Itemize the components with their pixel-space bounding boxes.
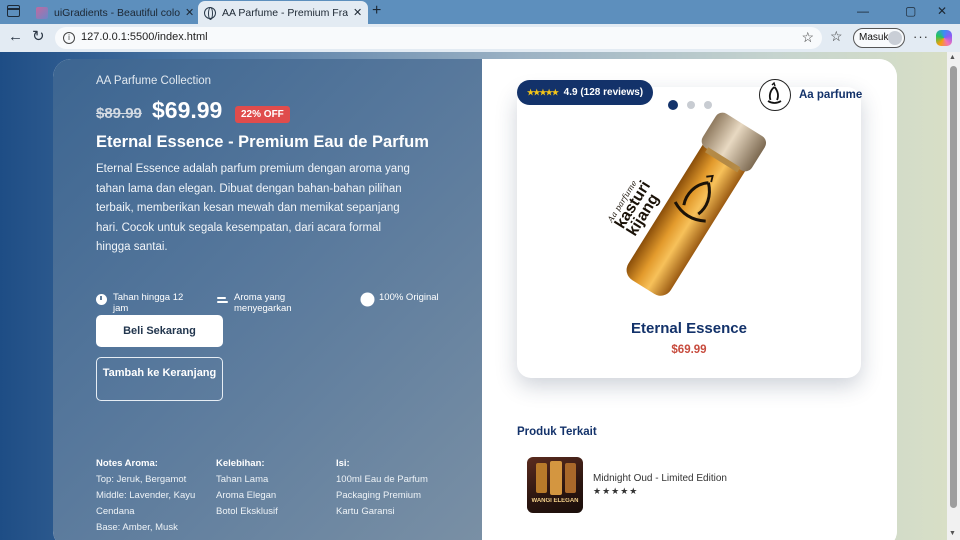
url-text[interactable]: 127.0.0.1:5500/index.html (81, 31, 208, 43)
uigradients-favicon (36, 6, 48, 19)
notes-line: Middle: Lavender, Kayu Cendana (96, 490, 196, 517)
feature-scent: Aroma yang menyegarkan (217, 292, 327, 314)
refresh-button[interactable]: ↻ (32, 29, 45, 45)
advantages-section: Kelebihan: Tahan Lama Aroma Elegan Botol… (216, 456, 316, 520)
contents-section: Isi: 100ml Eau de Parfum Packaging Premi… (336, 456, 456, 520)
badge-icon (362, 294, 373, 305)
notes-section: Notes Aroma: Top: Jeruk, Bergamot Middle… (96, 456, 208, 536)
rating-badge: ★★★★★ 4.9 (128 reviews) (517, 80, 654, 105)
tab-uigradients[interactable]: uiGradients - Beautiful colored gr ✕ (30, 1, 195, 24)
feature-label: 100% Original (379, 292, 439, 303)
back-button[interactable]: ← (8, 29, 23, 45)
scrollbar-thumb[interactable] (950, 66, 957, 508)
scroll-down-arrow-icon[interactable]: ▼ (949, 530, 956, 537)
product-card: AA Parfume Collection $89.99 $69.99 22% … (53, 59, 897, 540)
contents-heading: Isi: (336, 458, 350, 469)
profile-button[interactable]: Masuk (853, 28, 905, 48)
advantages-heading: Kelebihan: (216, 458, 265, 469)
clock-icon (96, 294, 107, 305)
tab-actions-icon[interactable] (7, 5, 20, 17)
new-tab-button[interactable]: + (372, 2, 381, 20)
wind-icon (217, 294, 228, 305)
notes-line: Base: Amber, Musk (96, 522, 178, 533)
tab-title: AA Parfume - Premium Fragrance (222, 6, 348, 19)
related-product-thumbnail: WANGI ELEGAN (527, 457, 583, 513)
more-menu-button[interactable]: ··· (913, 29, 929, 44)
tab-close-icon[interactable]: ✕ (185, 6, 194, 19)
rating-stars-icon: ★★★★★ (527, 88, 559, 97)
scroll-up-arrow-icon[interactable]: ▲ (949, 54, 956, 61)
product-info-panel: AA Parfume Collection $89.99 $69.99 22% … (53, 59, 482, 540)
related-thumbnail-text: WANGI ELEGAN (531, 498, 579, 504)
contents-line: 100ml Eau de Parfum (336, 474, 428, 485)
minimize-button[interactable]: — (857, 4, 869, 18)
close-window-button[interactable]: ✕ (937, 4, 947, 18)
feature-longevity: Tahan hingga 12 jam (96, 292, 196, 314)
page-scrollbar[interactable]: ▲ ▼ (947, 52, 960, 540)
profile-label: Masuk (859, 32, 889, 43)
product-name: Eternal Essence (631, 320, 747, 337)
related-rating-stars-icon: ★★★★★ (593, 486, 639, 496)
feature-original: 100% Original (362, 292, 442, 305)
feature-label: Tahan hingga 12 jam (113, 292, 184, 314)
avatar (888, 31, 902, 45)
related-product-name[interactable]: Midnight Oud - Limited Edition (593, 473, 727, 484)
rating-text: 4.9 (128 reviews) (563, 87, 644, 98)
advantages-line: Botol Eksklusif (216, 506, 278, 517)
related-products-heading: Produk Terkait (517, 426, 597, 438)
notes-line: Top: Jeruk, Bergamot (96, 474, 187, 485)
url-field[interactable]: i 127.0.0.1:5500/index.html ☆ (55, 27, 822, 49)
product-price: $69.99 (671, 344, 707, 356)
product-title: Eternal Essence - Premium Eau de Parfum (96, 133, 429, 151)
notes-heading: Notes Aroma: (96, 458, 158, 469)
product-visual-panel: ★★★★★ 4.9 (128 reviews) Aa parfume Aa pa… (482, 59, 897, 540)
collection-label: AA Parfume Collection (96, 75, 212, 87)
bookmark-star-icon[interactable]: ☆ (801, 29, 814, 46)
buy-now-button[interactable]: Beli Sekarang (96, 315, 223, 347)
tab-bar: uiGradients - Beautiful colored gr ✕ AA … (0, 0, 960, 24)
copilot-icon[interactable] (936, 30, 952, 46)
info-icon[interactable]: i (63, 32, 75, 44)
contents-line: Kartu Garansi (336, 506, 395, 517)
current-price: $69.99 (152, 97, 223, 123)
globe-icon (204, 6, 216, 20)
tab-title: uiGradients - Beautiful colored gr (54, 6, 180, 19)
advantages-line: Tahan Lama (216, 474, 269, 485)
address-bar: ← ↻ i 127.0.0.1:5500/index.html ☆ (0, 24, 960, 52)
page-background: AA Parfume Collection $89.99 $69.99 22% … (0, 52, 947, 540)
old-price: $89.99 (96, 105, 142, 122)
maximize-button[interactable]: ▢ (905, 4, 916, 18)
tab-aa-parfume[interactable]: AA Parfume - Premium Fragrance ✕ (198, 1, 368, 24)
favorites-icon[interactable]: ☆ (830, 28, 843, 45)
advantages-line: Aroma Elegan (216, 490, 277, 501)
tab-close-icon[interactable]: ✕ (353, 6, 362, 19)
contents-line: Packaging Premium (336, 490, 422, 501)
brand-name: Aa parfume (799, 89, 863, 101)
product-description: Eternal Essence adalah parfum premium de… (96, 163, 410, 253)
feature-label: Aroma yang menyegarkan (234, 292, 292, 314)
discount-badge: 22% OFF (235, 106, 290, 123)
related-product-item[interactable]: WANGI ELEGAN Midnight Oud - Limited Edit… (527, 457, 827, 513)
add-to-cart-button[interactable]: Tambah ke Keranjang (96, 357, 223, 401)
